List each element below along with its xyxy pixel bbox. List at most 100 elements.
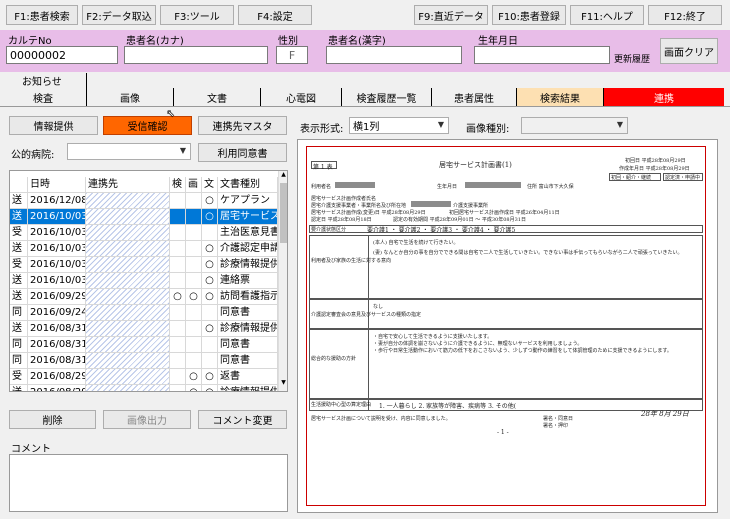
info-provide-button[interactable]: 情報提供	[9, 116, 98, 135]
grid-cell-date: 2016/09/29	[28, 289, 86, 305]
doc-page-no: - 1 -	[497, 429, 509, 436]
doc-sign-label: 署名・同意日	[543, 416, 574, 422]
grid-cell-direction: 送	[10, 385, 28, 391]
grid-cell-direction: 送	[10, 321, 28, 337]
table-row[interactable]: 同 2016/09/24 同意書	[10, 305, 278, 321]
doc-office: 居宅介護支援事業者・事業所名及び所在地	[311, 203, 407, 209]
table-row[interactable]: 受 2016/08/29 ○ ○ 返書	[10, 369, 278, 385]
redaction-block	[465, 182, 521, 188]
grid-scrollbar[interactable]: ▲ ▼	[278, 171, 287, 391]
notice-tab[interactable]: お知らせ	[22, 73, 62, 88]
grid-cell-bun: ○	[202, 289, 218, 305]
grid-header-date[interactable]: 日時	[28, 177, 86, 193]
scroll-thumb[interactable]	[280, 183, 287, 243]
f9-recent-data-button[interactable]: F9:直近データ	[414, 5, 488, 25]
image-type-select[interactable]: ▼	[521, 117, 628, 134]
document-list-grid[interactable]: 日時 連携先 検 画 文 文書種別 送 2016/12/08 ○ ケアプラン送 2016…	[9, 170, 288, 392]
table-row[interactable]: 送2016/10/03 ○介護認定申請...	[10, 241, 278, 257]
clear-screen-button[interactable]: 画面クリア	[660, 38, 718, 64]
grid-cell-ga	[186, 225, 202, 241]
grid-cell-direction: 送	[10, 289, 28, 305]
sex-input[interactable]: F	[276, 46, 308, 64]
tab-bunsho[interactable]: 文書	[174, 88, 261, 106]
display-format-select[interactable]: 横1列 ▼	[349, 117, 449, 134]
comment-textarea[interactable]	[9, 454, 288, 512]
grid-header-doc-type[interactable]: 文書種別	[218, 177, 278, 193]
grid-cell-doc-type: 診療情報提供書	[218, 385, 278, 391]
document-viewer[interactable]: 第 1 表 居宅サービス計画書(1) 初回日 平成28年08月29日 作成年月日…	[297, 139, 718, 513]
grid-cell-doc-type: 同意書	[218, 305, 278, 321]
doc-section1-text1: (本人) 自宅で生活を続けて行きたい。	[373, 240, 459, 246]
grid-cell-bun: ○	[202, 241, 218, 257]
grid-cell-date: 2016/10/03	[28, 225, 86, 241]
f4-settings-button[interactable]: F4:設定	[238, 5, 312, 25]
birthdate-input[interactable]	[474, 46, 610, 64]
grid-cell-ga	[186, 193, 202, 209]
tab-kensa[interactable]: 検査	[0, 88, 87, 106]
table-row[interactable]: 受 2016/10/03 主治医意見書	[10, 225, 278, 241]
table-row[interactable]: 送 2016/10/03 ○ 連絡票	[10, 273, 278, 289]
doc-created-date: 作成年月日 平成28年08月29日	[619, 166, 690, 172]
delete-button[interactable]: 削除	[9, 410, 96, 429]
table-row[interactable]: 送2016/08/31 ○診療情報提供書	[10, 321, 278, 337]
tab-baseline	[0, 106, 730, 107]
grid-cell-doc-type: ケアプラン	[218, 193, 278, 209]
tab-patient-attributes[interactable]: 患者属性	[432, 88, 517, 106]
table-row[interactable]: 送 2016/12/08 ○ ケアプラン	[10, 193, 278, 209]
public-hospital-select[interactable]: ▼	[67, 143, 191, 160]
comment-change-button[interactable]: コメント変更	[198, 410, 287, 429]
doc-section1-text2: (妻) なんとか自分の事を自分でできる間は自宅で二人で生活していきたい。できない…	[373, 250, 683, 256]
partner-master-button[interactable]: 連携先マスタ	[198, 116, 287, 135]
grid-cell-bun: ○	[202, 193, 218, 209]
grid-cell-bun: ○	[202, 321, 218, 337]
scroll-down-icon[interactable]: ▼	[279, 379, 287, 389]
grid-cell-date: 2016/10/03	[28, 241, 86, 257]
redaction-block	[411, 201, 451, 207]
grid-header-ken[interactable]: 検	[170, 177, 186, 193]
karte-no-input[interactable]: 00000002	[6, 46, 118, 64]
table-row[interactable]: 同 2016/08/31 同意書	[10, 337, 278, 353]
grid-header-bun[interactable]: 文	[202, 177, 218, 193]
table-row[interactable]: 送2016/09/29○○○訪問看護指示書	[10, 289, 278, 305]
tab-exam-history[interactable]: 検査履歴一覧	[342, 88, 432, 106]
f1-patient-search-button[interactable]: F1:患者検索	[6, 5, 78, 25]
tab-ecg[interactable]: 心電図	[261, 88, 342, 106]
sex-label: 性別	[278, 36, 298, 47]
grid-cell-date: 2016/08/31	[28, 337, 86, 353]
scroll-up-icon[interactable]: ▲	[279, 171, 287, 181]
kanji-name-input[interactable]	[326, 46, 462, 64]
tab-gazou[interactable]: 画像	[87, 88, 174, 106]
grid-cell-direction: 同	[10, 337, 28, 353]
table-row[interactable]: 送2016/10/03 ○居宅サービス...	[10, 209, 278, 225]
grid-cell-date: 2016/10/03	[28, 209, 86, 225]
table-row[interactable]: 受2016/10/03 ○診療情報提供書	[10, 257, 278, 273]
grid-cell-direction: 送	[10, 193, 28, 209]
redaction-block	[335, 182, 375, 188]
doc-section1-label: 利用者及び家族の生活に対する意向	[311, 258, 392, 264]
receive-confirm-button[interactable]: 受信確認	[103, 116, 192, 135]
comment-label: コメント	[11, 444, 51, 455]
f12-exit-button[interactable]: F12:終了	[648, 5, 722, 25]
consent-form-button[interactable]: 利用同意書	[198, 143, 287, 162]
table-row[interactable]: 送2016/08/29○○診療情報提供書	[10, 385, 278, 391]
grid-header-ga[interactable]: 画	[186, 177, 202, 193]
grid-cell-partner	[86, 385, 170, 391]
f10-patient-register-button[interactable]: F10:患者登録	[492, 5, 566, 25]
f11-help-button[interactable]: F11:ヘルプ	[570, 5, 644, 25]
f2-data-import-button[interactable]: F2:データ取込	[82, 5, 156, 25]
f3-tools-button[interactable]: F3:ツール	[160, 5, 234, 25]
grid-cell-partner	[86, 337, 170, 353]
image-output-button[interactable]: 画像出力	[103, 410, 191, 429]
grid-cell-partner	[86, 193, 170, 209]
kana-name-input[interactable]	[124, 46, 268, 64]
table-row[interactable]: 同 2016/08/31 同意書	[10, 353, 278, 369]
grid-cell-doc-type: 居宅サービス...	[218, 209, 278, 225]
tab-search-results[interactable]: 検索結果	[517, 88, 604, 106]
update-history-link[interactable]: 更新履歴	[614, 52, 650, 65]
doc-first-date: 初回日 平成28年08月29日	[625, 158, 686, 164]
tab-renkei[interactable]: 連携	[604, 88, 724, 106]
doc-valid-period: 認定の有効期間 平成28年09月01日 ～ 平成30年08月31日	[393, 217, 526, 223]
grid-cell-date: 2016/12/08	[28, 193, 86, 209]
grid-header-partner[interactable]: 連携先	[86, 177, 170, 193]
patient-info-panel: カルテNo 00000002 患者名(カナ) 性別 F 患者名(漢字) 生年月日…	[0, 30, 730, 72]
